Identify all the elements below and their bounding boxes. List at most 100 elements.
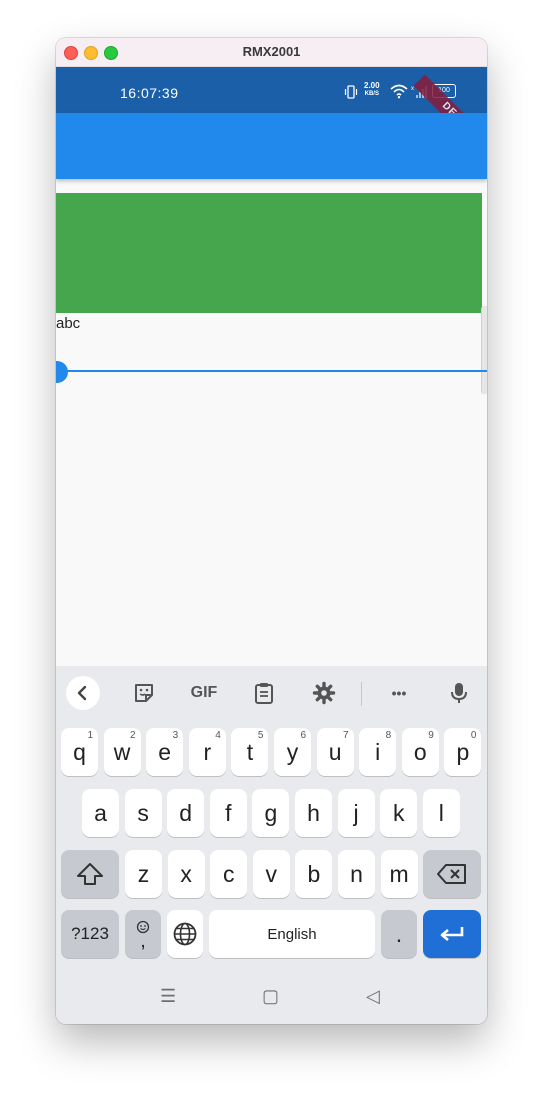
key-y[interactable]: y6: [274, 728, 311, 776]
home-button[interactable]: ▢: [262, 986, 279, 1007]
emoji-comma-key[interactable]: ,: [125, 910, 161, 958]
clipboard-icon: [255, 683, 273, 704]
key-e[interactable]: e3: [146, 728, 184, 776]
emulator-window: RMX2001 16:07:39 2.00 KB/S x 100 abc GIF…: [56, 38, 487, 1024]
key-label: e: [158, 738, 172, 765]
key-r[interactable]: r4: [188, 728, 226, 776]
content-text: abc: [56, 315, 81, 332]
key-g[interactable]: g: [252, 789, 290, 837]
key-label: v: [265, 860, 278, 887]
key-hint: 2: [130, 730, 136, 741]
mic-icon: [451, 683, 467, 703]
symbols-key[interactable]: ?123: [61, 910, 119, 958]
key-label: l: [438, 799, 444, 826]
key-label: z: [137, 860, 150, 887]
voice-input-button[interactable]: [444, 676, 474, 710]
recents-button[interactable]: ☰: [160, 986, 176, 1007]
status-bar: 16:07:39 2.00 KB/S x 100: [56, 67, 487, 164]
key-w[interactable]: w2: [103, 728, 141, 776]
key-label: o: [413, 738, 427, 765]
key-x[interactable]: x: [167, 850, 205, 898]
key-label: s: [137, 799, 149, 826]
shift-icon: [77, 863, 103, 885]
key-l[interactable]: l: [422, 789, 460, 837]
key-z[interactable]: z: [125, 850, 162, 898]
key-label: b: [307, 860, 321, 887]
title-bar: RMX2001: [56, 38, 487, 67]
navigation-bar: ☰ ▢ ◁: [56, 976, 487, 1024]
key-j[interactable]: j: [337, 789, 375, 837]
key-hint: 6: [300, 730, 306, 741]
key-s[interactable]: s: [124, 789, 162, 837]
slider-thumb[interactable]: [56, 361, 68, 383]
soft-keyboard: GIF ••• q 1 w 2 e 3 r 4 t 5 y 6 u 7 i 8 …: [56, 666, 487, 1024]
key-hint: 9: [428, 730, 434, 741]
scrollbar-thumb[interactable]: [481, 306, 487, 394]
key-o[interactable]: o9: [401, 728, 439, 776]
svg-text:x: x: [411, 86, 414, 92]
backspace-key[interactable]: [423, 850, 481, 898]
enter-icon: [440, 927, 464, 941]
enter-key[interactable]: [423, 910, 481, 958]
key-hint: 8: [385, 730, 392, 741]
window-title: RMX2001: [242, 44, 301, 59]
shift-key[interactable]: [61, 850, 119, 898]
key-a[interactable]: a: [82, 789, 119, 837]
key-v[interactable]: v: [252, 850, 290, 898]
key-k[interactable]: k: [380, 789, 418, 837]
key-label: r: [203, 738, 212, 765]
network-speed-unit: KB/S: [364, 91, 379, 97]
more-button[interactable]: •••: [384, 676, 414, 710]
vibrate-icon: [344, 85, 358, 99]
key-hint: 4: [215, 730, 221, 741]
key-m[interactable]: m: [380, 850, 418, 898]
key-hint: 5: [257, 730, 264, 741]
key-u[interactable]: u7: [316, 728, 354, 776]
gif-button[interactable]: GIF: [186, 676, 222, 710]
key-h[interactable]: h: [295, 789, 332, 837]
period-key[interactable]: .: [381, 910, 417, 958]
clipboard-button[interactable]: [248, 676, 280, 710]
key-q[interactable]: q1: [61, 728, 98, 776]
key-hint: 7: [343, 730, 349, 741]
slider-track[interactable]: [56, 370, 487, 372]
key-p[interactable]: p0: [444, 728, 482, 776]
key-hint: 0: [470, 730, 477, 741]
comma-label: ,: [140, 930, 146, 952]
key-t[interactable]: t5: [231, 728, 269, 776]
sticker-icon: [135, 684, 153, 702]
key-b[interactable]: b: [295, 850, 333, 898]
sticker-button[interactable]: [128, 676, 160, 710]
key-f[interactable]: f: [209, 789, 247, 837]
keyboard-collapse-button[interactable]: [66, 676, 100, 710]
network-speed-value: 2.00: [364, 81, 380, 90]
toolbar-divider: [361, 682, 362, 706]
space-key[interactable]: English: [209, 910, 375, 958]
key-label: q: [73, 738, 86, 765]
settings-button[interactable]: [308, 676, 340, 710]
key-n[interactable]: n: [338, 850, 375, 898]
key-label: t: [246, 738, 254, 765]
key-label: k: [392, 799, 405, 826]
key-label: d: [179, 799, 193, 826]
key-d[interactable]: d: [167, 789, 205, 837]
language-key[interactable]: [167, 910, 203, 958]
key-label: h: [307, 799, 320, 826]
key-c[interactable]: c: [210, 850, 248, 898]
globe-icon: [173, 922, 197, 946]
key-i[interactable]: i8: [359, 728, 397, 776]
wifi-icon: [390, 84, 408, 99]
key-label: c: [222, 860, 235, 887]
key-label: m: [389, 860, 409, 887]
key-label: w: [113, 738, 131, 765]
status-time: 16:07:39: [120, 85, 179, 101]
key-label: x: [180, 860, 192, 887]
key-label: y: [286, 738, 299, 765]
network-speed: 2.00 KB/S: [364, 82, 380, 98]
back-button[interactable]: ◁: [366, 986, 380, 1007]
key-label: p: [456, 738, 470, 765]
backspace-icon: [437, 864, 466, 884]
key-label: i: [375, 738, 381, 765]
app-bar: [56, 113, 487, 179]
key-label: f: [225, 799, 232, 826]
